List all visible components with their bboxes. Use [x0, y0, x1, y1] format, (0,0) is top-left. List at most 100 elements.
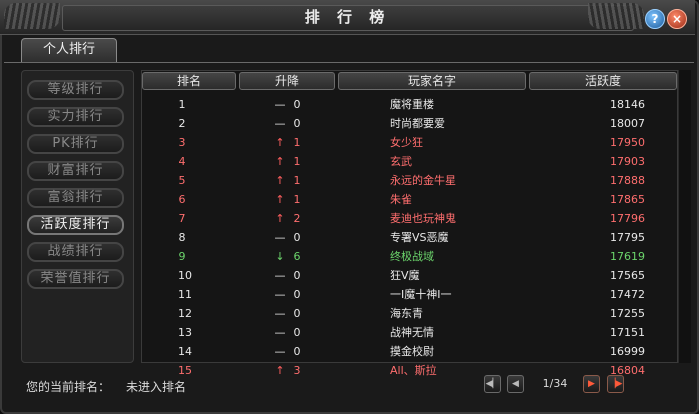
player-name-cell: 朱雀: [390, 193, 412, 206]
change-cell: 0: [293, 98, 301, 111]
player-name-cell: 一I魔十神I一: [390, 288, 452, 301]
rank-cell: 14: [178, 345, 192, 358]
first-page-icon[interactable]: ◀▏: [484, 375, 501, 393]
scrollbar[interactable]: [678, 70, 691, 363]
table-row[interactable]: 10 — 0 狂V魔 17565: [142, 267, 677, 285]
activity-cell: 17796: [610, 212, 645, 225]
header-player-name[interactable]: 玩家名字: [338, 72, 526, 90]
activity-cell: 17865: [610, 193, 645, 206]
rank-cell: 7: [178, 212, 186, 225]
category-activity-button[interactable]: 活跃度排行: [27, 215, 124, 235]
trend-arrow-icon: ↑: [275, 212, 285, 225]
change-cell: 0: [293, 345, 301, 358]
header-activity[interactable]: 活跃度: [529, 72, 677, 90]
player-name-cell: 麦迪也玩神鬼: [390, 212, 456, 225]
activity-cell: 17795: [610, 231, 645, 244]
prev-page-icon[interactable]: ◀: [507, 375, 524, 393]
table-row[interactable]: 14 — 0 摸金校尉 16999: [142, 343, 677, 361]
player-name-cell: 专署VS恶魔: [390, 231, 449, 244]
category-pk-button[interactable]: PK排行: [27, 134, 124, 154]
table-row[interactable]: 12 — 0 海东青 17255: [142, 305, 677, 323]
my-rank-label: 您的当前排名：: [26, 380, 111, 394]
window-title: 排 行 榜: [304, 8, 391, 26]
table-row[interactable]: 9 ↓ 6 终极战域 17619: [142, 248, 677, 266]
rank-cell: 6: [178, 193, 186, 206]
change-cell: 6: [293, 250, 301, 263]
change-cell: 1: [293, 136, 301, 149]
table-row[interactable]: 8 — 0 专署VS恶魔 17795: [142, 229, 677, 247]
rank-cell: 13: [178, 326, 192, 339]
trend-arrow-icon: ↑: [275, 364, 285, 377]
page-indicator: 1/34: [542, 377, 568, 390]
rank-cell: 3: [178, 136, 186, 149]
rank-cell: 5: [178, 174, 186, 187]
activity-cell: 17151: [610, 326, 645, 339]
trend-arrow-icon: —: [274, 345, 286, 358]
change-cell: 1: [293, 174, 301, 187]
change-cell: 1: [293, 193, 301, 206]
table-row[interactable]: 6 ↑ 1 朱雀 17865: [142, 191, 677, 209]
change-cell: 3: [293, 364, 301, 377]
player-name-cell: 摸金校尉: [390, 345, 434, 358]
activity-cell: 17565: [610, 269, 645, 282]
trend-arrow-icon: ↑: [275, 155, 285, 168]
category-battle-button[interactable]: 战绩排行: [27, 242, 124, 262]
activity-cell: 17619: [610, 250, 645, 263]
activity-cell: 16999: [610, 345, 645, 358]
category-level-button[interactable]: 等级排行: [27, 80, 124, 100]
player-name-cell: 永远的金牛星: [390, 174, 456, 187]
close-icon[interactable]: ×: [667, 9, 687, 29]
trend-arrow-icon: —: [274, 288, 286, 301]
change-cell: 0: [293, 231, 301, 244]
table-row[interactable]: 1 — 0 魔将重楼 18146: [142, 96, 677, 114]
rank-cell: 12: [178, 307, 192, 320]
table-row[interactable]: 3 ↑ 1 女少狂 17950: [142, 134, 677, 152]
last-page-icon[interactable]: ▕▶: [607, 375, 624, 393]
change-cell: 0: [293, 326, 301, 339]
player-name-cell: 海东青: [390, 307, 423, 320]
rank-cell: 10: [178, 269, 192, 282]
trend-arrow-icon: —: [274, 307, 286, 320]
my-rank-value: 未进入排名: [126, 380, 187, 394]
activity-cell: 17255: [610, 307, 645, 320]
next-page-icon[interactable]: ▶: [583, 375, 600, 393]
table-row[interactable]: 13 — 0 战神无情 17151: [142, 324, 677, 342]
player-name-cell: 魔将重楼: [390, 98, 434, 111]
trend-arrow-icon: ↑: [275, 174, 285, 187]
activity-cell: 18146: [610, 98, 645, 111]
rank-cell: 9: [178, 250, 186, 263]
rank-cell: 2: [178, 117, 186, 130]
activity-cell: 17888: [610, 174, 645, 187]
help-icon[interactable]: ?: [645, 9, 665, 29]
tab-personal-ranking[interactable]: 个人排行: [21, 38, 117, 62]
change-cell: 2: [293, 212, 301, 225]
player-name-cell: 战神无情: [390, 326, 434, 339]
table-row[interactable]: 11 — 0 一I魔十神I一 17472: [142, 286, 677, 304]
table-row[interactable]: 5 ↑ 1 永远的金牛星 17888: [142, 172, 677, 190]
rank-cell: 1: [178, 98, 186, 111]
header-change[interactable]: 升降: [239, 72, 335, 90]
trend-arrow-icon: —: [274, 269, 286, 282]
trend-arrow-icon: ↑: [275, 136, 285, 149]
category-wealth-button[interactable]: 财富排行: [27, 161, 124, 181]
trend-arrow-icon: —: [274, 231, 286, 244]
player-name-cell: All、斯拉: [390, 364, 437, 377]
player-name-cell: 时尚都要爱: [390, 117, 445, 130]
activity-cell: 18007: [610, 117, 645, 130]
header-rank[interactable]: 排名: [142, 72, 236, 90]
change-cell: 0: [293, 288, 301, 301]
rank-cell: 8: [178, 231, 186, 244]
rank-cell: 11: [178, 288, 192, 301]
trend-arrow-icon: ↑: [275, 193, 285, 206]
trend-arrow-icon: —: [274, 117, 286, 130]
category-honor-button[interactable]: 荣誉值排行: [27, 269, 124, 289]
category-tycoon-button[interactable]: 富翁排行: [27, 188, 124, 208]
table-row[interactable]: 4 ↑ 1 玄武 17903: [142, 153, 677, 171]
trend-arrow-icon: ↓: [275, 250, 285, 263]
change-cell: 0: [293, 117, 301, 130]
table-row[interactable]: 7 ↑ 2 麦迪也玩神鬼 17796: [142, 210, 677, 228]
player-name-cell: 狂V魔: [390, 269, 420, 282]
table-row[interactable]: 2 — 0 时尚都要爱 18007: [142, 115, 677, 133]
activity-cell: 17472: [610, 288, 645, 301]
category-strength-button[interactable]: 实力排行: [27, 107, 124, 127]
